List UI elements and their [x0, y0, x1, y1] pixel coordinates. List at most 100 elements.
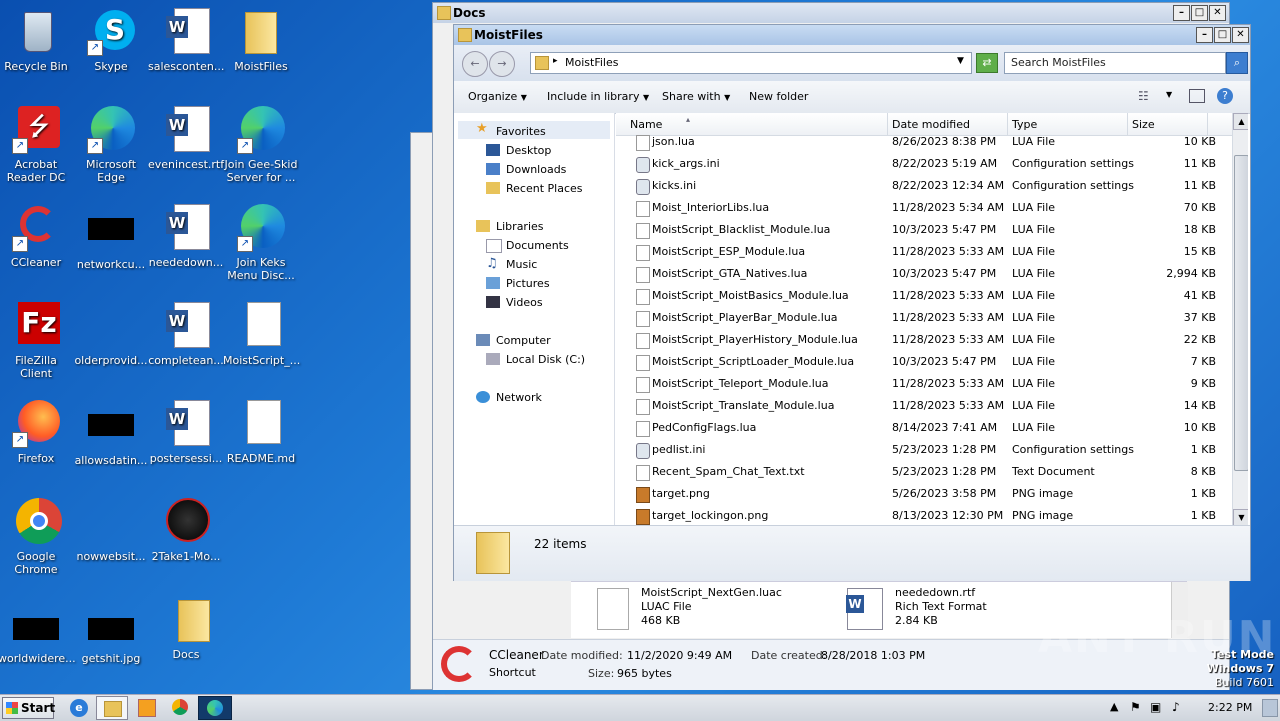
address-dropdown-icon[interactable]: ▼ — [957, 56, 964, 66]
maximize-button[interactable]: □ — [1191, 5, 1208, 21]
desktop-icon-keks[interactable]: ↗ Join Keks Menu Disc... — [223, 204, 299, 282]
search-icon[interactable]: ⌕ — [1226, 52, 1248, 74]
search-input[interactable]: Search MoistFiles — [1004, 52, 1226, 74]
nav-local-disk[interactable]: Local Disk (C:) — [506, 353, 585, 366]
desktop-icon-filezilla[interactable]: Fz FileZilla Client — [0, 302, 74, 380]
file-row[interactable]: MoistScript_GTA_Natives.lua 10/3/2023 5:4… — [616, 263, 1248, 285]
nav-downloads[interactable]: Downloads — [506, 163, 566, 176]
share-with-button[interactable]: Share with ▼ — [662, 90, 730, 103]
scrollbar-thumb[interactable] — [1234, 155, 1248, 471]
column-header-type[interactable]: Type — [1012, 118, 1037, 131]
desktop-icon-skype[interactable]: S ↗ Skype — [73, 8, 149, 73]
column-header-date[interactable]: Date modified — [892, 118, 970, 131]
desktop-icon-edge[interactable]: ↗ Microsoft Edge — [73, 106, 149, 184]
docs-file-item[interactable]: MoistScript_NextGen.luac LUAC File 468 K… — [641, 586, 782, 628]
column-header-size[interactable]: Size — [1132, 118, 1155, 131]
desktop-icon-moistscript[interactable]: MoistScript_... — [223, 302, 300, 367]
docs-file-item[interactable]: neededown.rtf Rich Text Format 2.84 KB — [895, 586, 987, 628]
include-in-library-button[interactable]: Include in library ▼ — [547, 90, 649, 103]
clock[interactable]: 2:22 PM — [1208, 701, 1252, 714]
desktop-icon-olderprovid[interactable]: olderprovid... — [73, 302, 149, 367]
start-button[interactable]: Start — [2, 697, 55, 719]
preview-pane-icon[interactable] — [1189, 89, 1205, 103]
file-row[interactable]: PedConfigFlags.lua 8/14/2023 7:41 AM LUA F… — [616, 417, 1248, 439]
file-row[interactable]: MoistScript_ESP_Module.lua 11/28/2023 5:3… — [616, 241, 1248, 263]
back-button[interactable]: ← — [462, 51, 488, 77]
help-icon[interactable]: ? — [1217, 88, 1233, 104]
file-row[interactable]: Moist_InteriorLibs.lua 11/28/2023 5:34 AM… — [616, 197, 1248, 219]
chevron-down-icon[interactable]: ▼ — [1166, 90, 1172, 99]
file-row[interactable]: MoistScript_MoistBasics_Module.lua 11/28/… — [616, 285, 1248, 307]
nav-music[interactable]: Music — [506, 258, 537, 271]
desktop-icon-ccleaner[interactable]: ↗ CCleaner — [0, 204, 74, 269]
file-row[interactable]: Recent_Spam_Chat_Text.txt 5/23/2023 1:28 … — [616, 461, 1248, 483]
desktop-icon-completean[interactable]: W completean... — [148, 302, 224, 367]
file-row[interactable]: kick_args.ini 8/22/2023 5:19 AM Configurat… — [616, 153, 1248, 175]
close-button[interactable]: ✕ — [1232, 27, 1249, 43]
file-row[interactable]: MoistScript_PlayerHistory_Module.lua 11/2… — [616, 329, 1248, 351]
close-button[interactable]: ✕ — [1209, 5, 1226, 21]
file-row[interactable]: MoistScript_Translate_Module.lua 11/28/20… — [616, 395, 1248, 417]
desktop-icon-networkcu[interactable]: networkcu... — [73, 204, 149, 271]
desktop-icon-salescontent[interactable]: W salesconten... — [148, 8, 224, 73]
maximize-button[interactable]: □ — [1214, 27, 1231, 43]
desktop-icon-nowwebsit[interactable]: nowwebsit... — [73, 498, 149, 563]
file-row[interactable]: MoistScript_ScriptLoader_Module.lua 10/3/… — [616, 351, 1248, 373]
file-row[interactable]: MoistScript_Teleport_Module.lua 11/28/202… — [616, 373, 1248, 395]
nav-recent-places[interactable]: Recent Places — [506, 182, 583, 195]
docs-titlebar[interactable]: Docs – □ ✕ — [433, 3, 1229, 23]
desktop-icon-allowsdatin[interactable]: allowsdatin... — [73, 400, 149, 467]
desktop-icon-evenincest[interactable]: W evenincest.rtf — [148, 106, 224, 171]
taskbar-edge-button[interactable] — [198, 696, 232, 720]
chrome-icon[interactable] — [172, 699, 188, 715]
file-list-scrollbar[interactable]: ▲ ▼ — [1232, 113, 1248, 525]
desktop-icon-getshit[interactable]: getshit.jpg — [73, 610, 149, 665]
organize-button[interactable]: Organize ▼ — [468, 90, 527, 103]
nav-libraries[interactable]: Libraries — [496, 220, 544, 233]
desktop-icon-firefox[interactable]: ↗ Firefox — [0, 400, 74, 465]
internet-explorer-icon[interactable]: e — [70, 699, 88, 717]
scroll-up-icon[interactable]: ▲ — [1233, 113, 1248, 130]
show-hidden-icons[interactable]: ▲ — [1110, 700, 1118, 713]
address-bar[interactable]: ▸ MoistFiles ▼ — [530, 52, 972, 74]
flag-icon[interactable]: ⚑ — [1130, 700, 1141, 714]
nav-favorites[interactable]: Favorites — [496, 125, 546, 138]
minimize-button[interactable]: – — [1196, 27, 1213, 43]
desktop-icon-moistfiles[interactable]: MoistFiles — [223, 8, 299, 73]
nav-desktop[interactable]: Desktop — [506, 144, 551, 157]
file-row[interactable]: json.lua 8/26/2023 8:38 PM LUA File 10 KB — [616, 131, 1248, 153]
nav-computer[interactable]: Computer — [496, 334, 551, 347]
column-header-name[interactable]: Name — [630, 118, 662, 131]
nav-documents[interactable]: Documents — [506, 239, 569, 252]
file-row[interactable]: MoistScript_PlayerBar_Module.lua 11/28/20… — [616, 307, 1248, 329]
show-desktop-button[interactable] — [1262, 699, 1278, 717]
desktop-icon-gee-skid[interactable]: ↗ Join Gee-Skid Server for ... — [223, 106, 299, 184]
desktop-icon-chrome[interactable]: Google Chrome — [0, 498, 74, 576]
scroll-down-icon[interactable]: ▼ — [1233, 509, 1248, 525]
desktop-icon-recycle-bin[interactable]: Recycle Bin — [0, 8, 74, 73]
view-options-icon[interactable]: ☷ — [1138, 89, 1149, 103]
refresh-icon[interactable]: ⇄ — [976, 53, 998, 73]
media-player-icon[interactable] — [138, 699, 156, 717]
new-folder-button[interactable]: New folder — [749, 90, 808, 103]
desktop-icon-docs[interactable]: Docs — [148, 596, 224, 661]
minimize-button[interactable]: – — [1173, 5, 1190, 21]
nav-network[interactable]: Network — [496, 391, 542, 404]
desktop-icon-postersessi[interactable]: W postersessi... — [148, 400, 224, 465]
network-tray-icon[interactable]: ▣ — [1150, 700, 1161, 714]
file-row[interactable]: target.png 5/26/2023 3:58 PM PNG image 1 KB — [616, 483, 1248, 505]
explorer-titlebar[interactable]: MoistFiles – □ ✕ — [454, 25, 1250, 45]
file-row[interactable]: target_lockingon.png 8/13/2023 12:30 PM PN… — [616, 505, 1248, 525]
volume-icon[interactable]: ♪ — [1172, 700, 1180, 714]
file-row[interactable]: kicks.ini 8/22/2023 12:34 AM Configuration… — [616, 175, 1248, 197]
nav-pictures[interactable]: Pictures — [506, 277, 550, 290]
taskbar-explorer-button[interactable] — [96, 696, 128, 720]
desktop-icon-acrobat[interactable]: ⭍ ↗ Acrobat Reader DC — [0, 106, 74, 184]
forward-button[interactable]: → — [489, 51, 515, 77]
desktop-icon-worldwidere[interactable]: worldwidere... — [0, 610, 76, 665]
desktop-icon-readme[interactable]: README.md — [223, 400, 299, 465]
desktop-icon-2take1[interactable]: 2Take1-Mo... — [148, 498, 224, 563]
file-row[interactable]: pedlist.ini 5/23/2023 1:28 PM Configuratio… — [616, 439, 1248, 461]
file-row[interactable]: MoistScript_Blacklist_Module.lua 10/3/202… — [616, 219, 1248, 241]
nav-videos[interactable]: Videos — [506, 296, 543, 309]
